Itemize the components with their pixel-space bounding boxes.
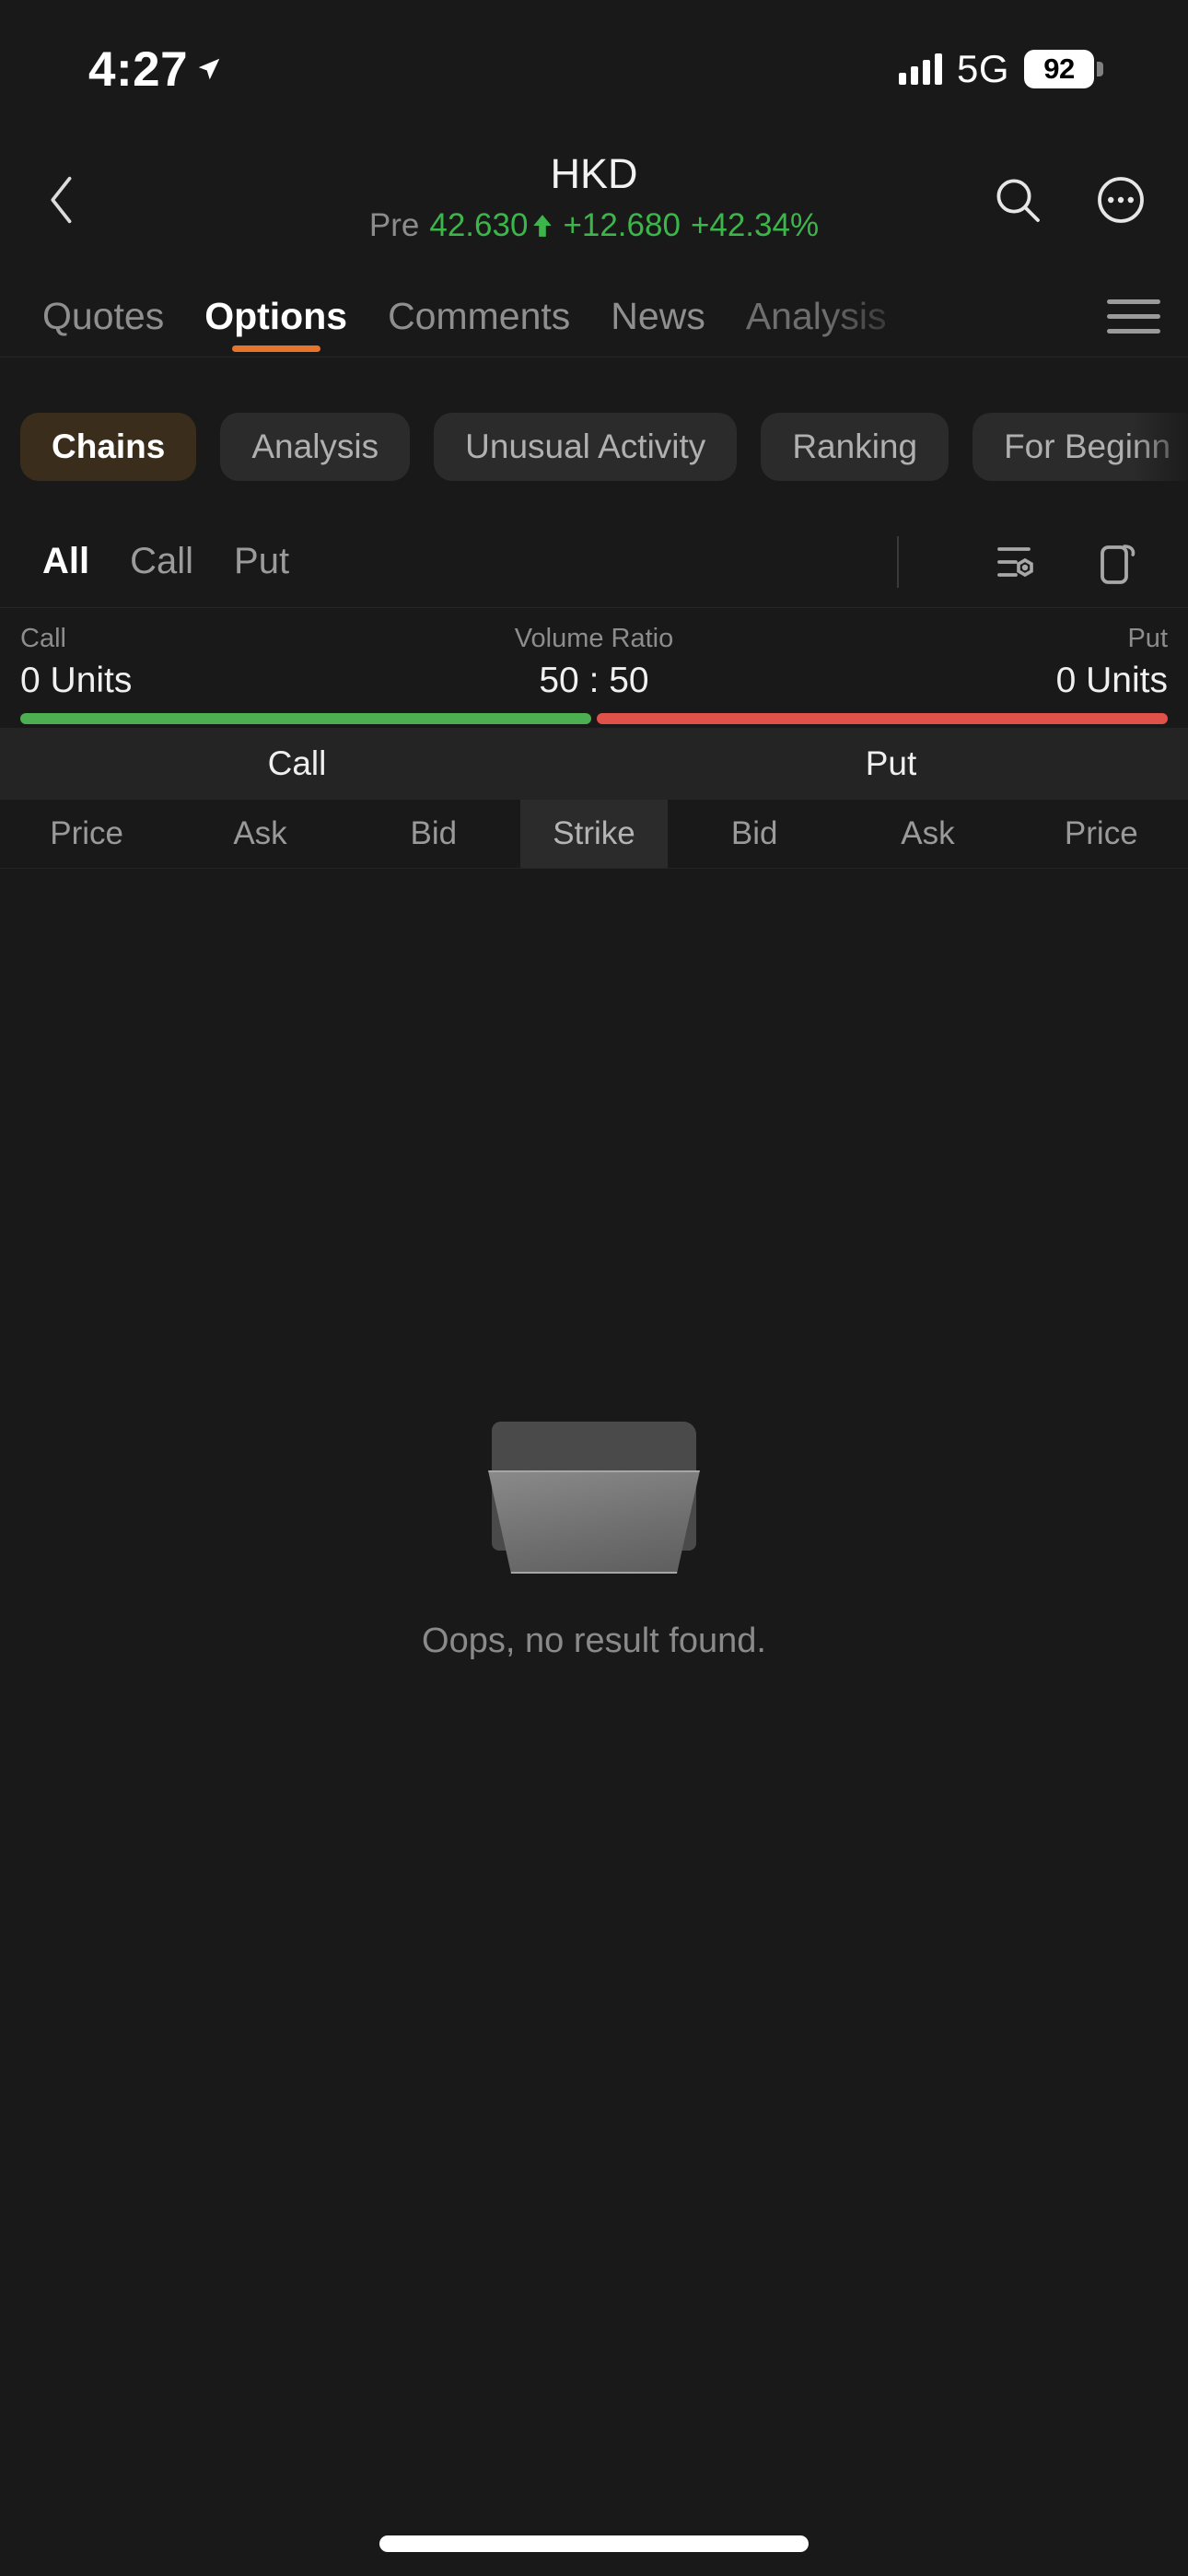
hamburger-menu-icon[interactable]: [1100, 283, 1168, 351]
tab-news[interactable]: News: [590, 276, 726, 357]
band-put-label: Put: [865, 744, 917, 782]
nav-header: HKD Pre 42.630 +12.680 +42.34%: [0, 138, 1188, 267]
cellular-bars-icon: [898, 53, 942, 85]
subtab-ranking[interactable]: Ranking: [761, 413, 949, 481]
volume-ratio-label: Volume Ratio: [514, 624, 674, 653]
band-call-label: Call: [267, 744, 327, 782]
rotate-screen-button[interactable]: [1076, 522, 1155, 602]
subtab-analysis[interactable]: Analysis: [220, 413, 411, 481]
title-block[interactable]: HKD Pre 42.630 +12.680 +42.34%: [226, 153, 962, 241]
battery-indicator: 92: [1024, 50, 1103, 88]
status-time: 4:27: [88, 41, 189, 97]
column-put-price[interactable]: Price: [1015, 800, 1188, 868]
volume-ratio-value: 50 : 50: [539, 661, 649, 701]
tab-quotes[interactable]: Quotes: [22, 276, 184, 357]
search-button[interactable]: [978, 160, 1057, 240]
home-indicator[interactable]: [379, 2535, 809, 2552]
volume-bar-put: [597, 713, 1168, 725]
volume-put-label: Put: [1127, 624, 1168, 653]
empty-state: Oops, no result found.: [0, 869, 1188, 2576]
subtab-unusual-activity[interactable]: Unusual Activity: [434, 413, 738, 481]
price-value: 42.630: [429, 207, 529, 243]
column-put-ask[interactable]: Ask: [841, 800, 1014, 868]
price-summary: Pre 42.630 +12.680 +42.34%: [226, 209, 962, 241]
main-tab-bar: Quotes Options Comments News Analysis: [0, 276, 1188, 357]
status-bar: 4:27 5G 92: [0, 0, 1188, 138]
filter-call[interactable]: Call: [110, 541, 214, 582]
tab-comments[interactable]: Comments: [367, 276, 590, 357]
filter-all[interactable]: All: [22, 541, 110, 582]
arrow-up-icon: [533, 214, 553, 237]
option-chain-column-headers: Price Ask Bid Strike Bid Ask Price: [0, 800, 1188, 869]
column-call-price[interactable]: Price: [0, 800, 173, 868]
tab-analysis[interactable]: Analysis: [726, 276, 907, 357]
tab-options[interactable]: Options: [184, 276, 367, 357]
page-title: HKD: [550, 150, 638, 197]
volume-call-value: 0 Units: [20, 661, 133, 701]
subtab-chains[interactable]: Chains: [20, 413, 197, 481]
volume-put-group: Put 0 Units: [1056, 622, 1168, 698]
volume-call-label: Call: [20, 624, 66, 653]
empty-folder-icon: [479, 1422, 709, 1574]
session-label: Pre: [368, 207, 420, 243]
back-button[interactable]: [20, 158, 103, 241]
status-bar-left: 4:27: [88, 41, 223, 98]
battery-percent: 92: [1043, 53, 1075, 85]
more-options-button[interactable]: [1081, 160, 1160, 240]
network-label: 5G: [956, 47, 1009, 90]
volume-ratio-group: Volume Ratio 50 : 50: [515, 622, 674, 698]
rotate-screen-icon: [1101, 544, 1136, 584]
price-change: +12.680: [563, 207, 681, 243]
column-put-bid[interactable]: Bid: [668, 800, 841, 868]
column-strike[interactable]: Strike: [519, 800, 668, 868]
volume-put-value: 0 Units: [1055, 661, 1168, 701]
volume-ratio-bar: [20, 713, 1168, 725]
header-actions: [978, 160, 1160, 240]
price-change-percent: +42.34%: [690, 207, 820, 243]
volume-bar-call: [20, 713, 591, 725]
sub-tab-bar: Chains Analysis Unusual Activity Ranking…: [0, 387, 1188, 507]
empty-state-message: Oops, no result found.: [422, 1622, 766, 1660]
volume-call-group: Call 0 Units: [20, 622, 132, 698]
option-type-filter-row: All Call Put: [0, 516, 1188, 608]
search-icon: [996, 179, 1040, 222]
location-arrow-icon: [198, 58, 220, 80]
more-options-icon: [1098, 177, 1144, 223]
filter-settings-icon: [997, 546, 1033, 577]
app-screen: 4:27 5G 92 HKD Pre 42.630 +12.680 +42.34…: [0, 0, 1188, 2576]
divider: [897, 535, 899, 588]
filter-put[interactable]: Put: [214, 541, 309, 582]
column-call-bid[interactable]: Bid: [347, 800, 520, 868]
status-bar-right: 5G 92: [898, 47, 1103, 91]
call-put-band: Call Put: [0, 728, 1188, 800]
subtab-for-beginners[interactable]: For Beginn: [973, 413, 1188, 481]
column-call-ask[interactable]: Ask: [173, 800, 346, 868]
volume-ratio-section: Call 0 Units Volume Ratio 50 : 50 Put 0 …: [0, 613, 1188, 725]
chevron-left-icon: [51, 176, 72, 224]
filter-settings-button[interactable]: [974, 522, 1054, 602]
